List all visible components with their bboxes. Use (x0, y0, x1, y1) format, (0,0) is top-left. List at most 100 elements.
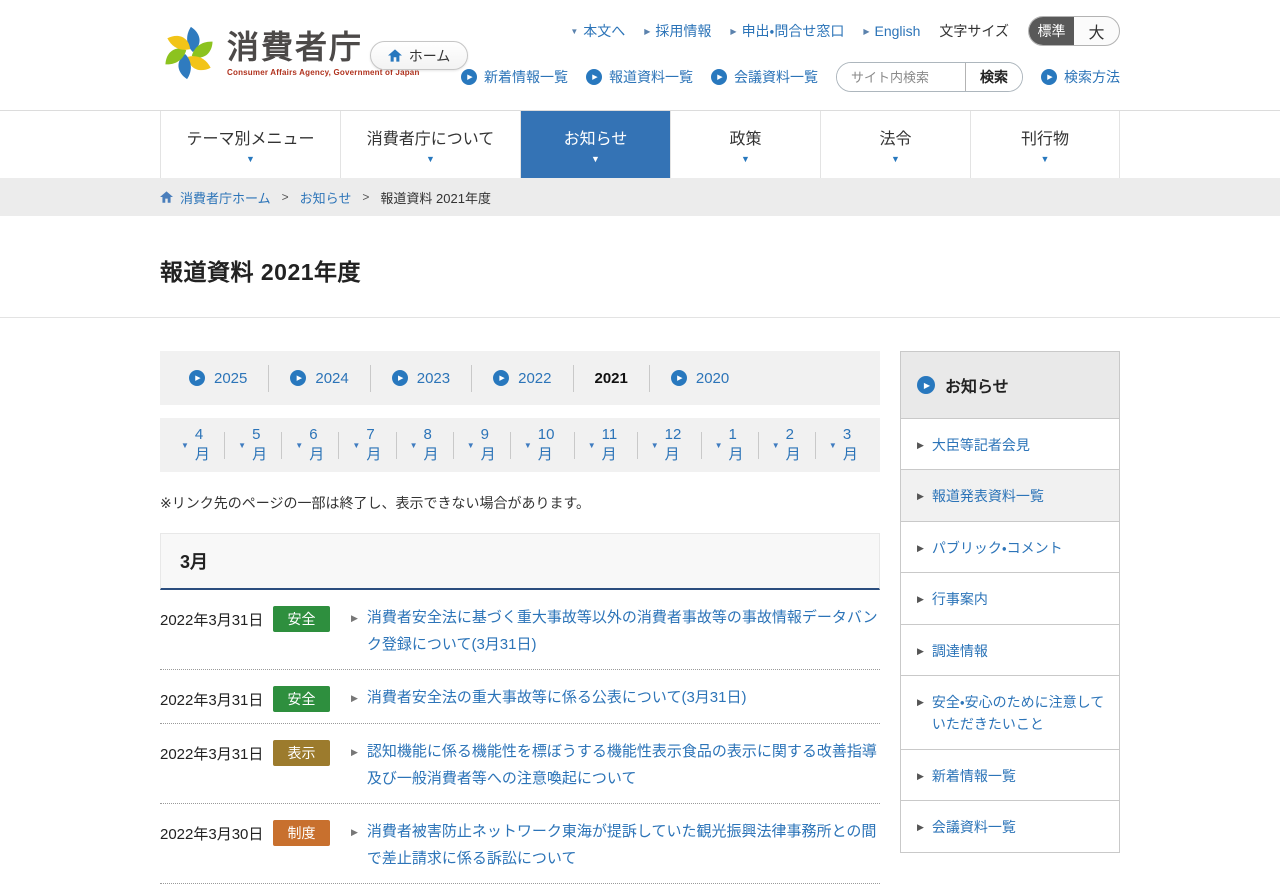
news-link[interactable]: 消費者安全法の重大事故等に係る公表について(3月31日) (367, 684, 880, 712)
caret-down-icon: ▼ (570, 26, 579, 36)
year-tab-2023[interactable]: ▶ 2023 (371, 364, 473, 392)
month-label: 1月 (728, 426, 744, 463)
to-content-link[interactable]: ▼ 本文へ (570, 21, 625, 41)
month-tab-november[interactable]: ▼ 11月 (575, 426, 638, 463)
year-tab-2024[interactable]: ▶ 2024 (269, 364, 371, 392)
nav-news[interactable]: お知らせ ▼ (520, 111, 670, 178)
year-tab-2022[interactable]: ▶ 2022 (472, 364, 574, 392)
search-help-label: 検索方法 (1064, 69, 1120, 85)
sidebar-item-label: 行事案内 (931, 591, 988, 608)
year-tab-2025[interactable]: ▶ 2025 (168, 364, 270, 392)
nav-about-agency[interactable]: 消費者庁について ▼ (340, 111, 520, 178)
caret-down-icon: ▼ (238, 440, 247, 450)
caret-down-icon: ▼ (828, 440, 837, 450)
breadcrumb-home-link[interactable]: 消費者庁ホーム (160, 188, 271, 207)
nav-label: テーマ別メニュー (186, 131, 315, 148)
caret-down-icon: ▼ (409, 440, 418, 450)
sidebar-item-meeting-list[interactable]: ▶ 会議資料一覧 (901, 800, 1119, 851)
caret-down-icon: ▼ (1040, 154, 1050, 164)
sidebar-item-press-conference[interactable]: ▶ 大臣等記者会見 (901, 418, 1119, 469)
year-tabs: ▶ 2025 ▶ 2024 ▶ 2023 ▶ 2022 2021 ▶ 2020 (160, 351, 880, 405)
site-search: 検索 (836, 62, 1023, 92)
caret-right-icon: ▶ (730, 26, 737, 36)
news-link[interactable]: 消費者安全法に基づく重大事故等以外の消費者事故等の事故情報データバンク登録につい… (367, 604, 880, 658)
month-tab-august[interactable]: ▼ 8月 (397, 426, 454, 463)
nav-theme-menu[interactable]: テーマ別メニュー ▼ (160, 111, 340, 178)
meeting-list-link[interactable]: ▶ 会議資料一覧 (711, 67, 818, 87)
home-button[interactable]: ホーム (370, 41, 468, 70)
page-title-section: 報道資料 2021年度 (0, 216, 1280, 318)
circle-arrow-icon: ▶ (493, 370, 510, 386)
month-tab-march[interactable]: ▼ 3月 (816, 426, 872, 463)
sidebar-item-public-comment[interactable]: ▶ パブリック・コメント (901, 520, 1119, 572)
year-tab-2020[interactable]: ▶ 2020 (650, 365, 750, 392)
month-tab-february[interactable]: ▼ 2月 (759, 426, 816, 463)
nav-policy[interactable]: 政策 ▼ (670, 111, 820, 178)
nav-label: お知らせ (563, 131, 628, 148)
sidebar-item-label: 報道発表資料一覧 (931, 488, 1044, 505)
year-label: 2022 (518, 369, 552, 387)
news-row: 2022年3月31日 表示 ▶ 認知機能に係る機能性を標ぼうする機能性表示食品の… (160, 724, 880, 804)
caret-down-icon: ▼ (426, 154, 435, 164)
month-tab-june[interactable]: ▼ 6月 (282, 426, 340, 463)
caret-down-icon: ▼ (246, 154, 255, 164)
font-size-standard-button[interactable]: 標準 (1029, 17, 1074, 45)
press-list-link[interactable]: ▶ 報道資料一覧 (586, 67, 693, 87)
month-label: 12月 (664, 426, 682, 463)
link-expiry-notice: ※リンク先のページの一部は終了し、表示できない場合があります。 (160, 495, 591, 511)
month-tab-december[interactable]: ▼ 12月 (638, 426, 702, 463)
sidebar-item-new-info-list[interactable]: ▶ 新着情報一覧 (901, 748, 1119, 800)
month-tab-january[interactable]: ▼ 1月 (702, 426, 759, 463)
circle-arrow-icon: ▶ (670, 370, 687, 386)
recruit-label: 採用情報 (655, 23, 712, 39)
news-date: 2022年3月31日 (160, 692, 264, 709)
sidebar-item-label: パブリック・コメント (931, 539, 1063, 556)
caret-down-icon: ▼ (650, 440, 659, 450)
month-tab-april[interactable]: ▼ 4月 (168, 426, 226, 463)
contact-link[interactable]: ▶ 申出・問合せ窓口 (730, 21, 844, 41)
month-tab-october[interactable]: ▼ 10月 (511, 426, 575, 463)
month-tab-may[interactable]: ▼ 5月 (225, 426, 283, 463)
caret-down-icon: ▼ (352, 440, 361, 450)
sidebar-item-safety-caution[interactable]: ▶ 安全・安心のために注意していただきたいこと (901, 674, 1119, 749)
news-date: 2022年3月31日 (160, 746, 264, 763)
sidebar-item-label: 大臣等記者会見 (931, 437, 1030, 453)
month-tab-july[interactable]: ▼ 7月 (339, 426, 397, 463)
month-section-heading: 3月 (160, 533, 880, 590)
sidebar-heading-label: お知らせ (945, 379, 1009, 396)
nav-label: 法令 (879, 131, 912, 148)
main-content: ▶ 2025 ▶ 2024 ▶ 2023 ▶ 2022 2021 ▶ 2020 … (160, 351, 1120, 884)
caret-right-icon: ▶ (917, 696, 924, 707)
home-icon (160, 191, 173, 203)
month-label: 3月 (842, 426, 858, 463)
breadcrumb-section-link[interactable]: お知らせ (300, 188, 352, 207)
breadcrumb-current: 報道資料 2021年度 (380, 190, 491, 206)
sidebar-item-events[interactable]: ▶ 行事案内 (901, 572, 1119, 623)
press-list-label: 報道資料一覧 (609, 69, 693, 85)
sidebar-item-procurement[interactable]: ▶ 調達情報 (901, 623, 1119, 675)
news-link[interactable]: 認知機能に係る機能性を標ぼうする機能性表示食品の表示に関する改善指導及び一般消費… (367, 738, 880, 792)
year-label: 2024 (315, 369, 349, 387)
contact-label: 申出・問合せ窓口 (741, 23, 845, 39)
global-nav: テーマ別メニュー ▼ 消費者庁について ▼ お知らせ ▼ 政策 ▼ 法令 ▼ 刊… (0, 110, 1280, 178)
sidebar-item-press-release-list[interactable]: ▶ 報道発表資料一覧 (901, 469, 1119, 521)
month-tabs: ▼ 4月 ▼ 5月 ▼ 6月 ▼ 7月 ▼ 8月 ▼ 9月 ▼ 10月 ▼ 11月 ▼ 12月 ▼… (160, 418, 880, 472)
nav-laws[interactable]: 法令 ▼ (820, 111, 970, 178)
english-link[interactable]: ▶ English (863, 23, 920, 39)
news-sidebar: ▶ お知らせ ▶ 大臣等記者会見 ▶ 報道発表資料一覧 ▶ パブリック・コメント… (900, 351, 1120, 853)
news-link[interactable]: 消費者被害防止ネットワーク東海が提訴していた観光振興法律事務所との間で差止請求に… (367, 818, 880, 872)
sidebar-item-label: 安全・安心のために注意していただきたいこと (931, 693, 1105, 733)
caret-right-icon: ▶ (351, 827, 358, 837)
month-tab-september[interactable]: ▼ 9月 (454, 426, 511, 463)
english-label: English (874, 23, 921, 39)
search-button[interactable]: 検索 (965, 63, 1022, 91)
year-label: 2025 (214, 369, 248, 387)
font-size-large-button[interactable]: 大 (1074, 17, 1119, 45)
new-info-list-link[interactable]: ▶ 新着情報一覧 (461, 67, 568, 87)
month-label: 8月 (423, 426, 439, 463)
nav-publications[interactable]: 刊行物 ▼ (970, 111, 1120, 178)
sidebar-item-label: 新着情報一覧 (931, 767, 1016, 784)
search-input[interactable] (837, 63, 965, 91)
recruit-link[interactable]: ▶ 採用情報 (644, 21, 711, 41)
search-help-link[interactable]: ▶ 検索方法 (1041, 67, 1120, 87)
